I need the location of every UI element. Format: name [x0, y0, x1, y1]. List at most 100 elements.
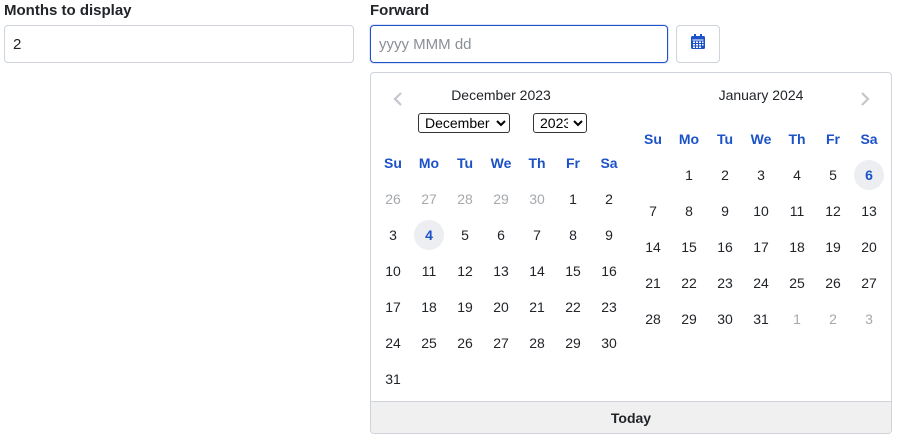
day-number: 21 — [645, 275, 661, 291]
day-cell[interactable]: 21 — [635, 265, 671, 301]
day-cell[interactable]: 12 — [815, 193, 851, 229]
day-cell[interactable]: 26 — [815, 265, 851, 301]
week-row: 1 2 3 4 5 6 — [635, 157, 887, 193]
week-row: 28 29 30 31 1 2 3 — [635, 301, 887, 337]
day-cell[interactable]: 22 — [555, 289, 591, 325]
day-cell[interactable]: 30 — [591, 325, 627, 361]
today-button[interactable]: Today — [371, 401, 891, 433]
day-cell[interactable]: 2 — [707, 157, 743, 193]
day-number: 9 — [721, 203, 729, 219]
day-cell[interactable]: 28 — [635, 301, 671, 337]
day-number: 19 — [825, 239, 841, 255]
day-cell[interactable]: 23 — [707, 265, 743, 301]
day-cell[interactable]: 2 — [591, 181, 627, 217]
day-number: 11 — [789, 203, 805, 219]
day-cell[interactable]: 24 — [743, 265, 779, 301]
day-number: 22 — [681, 275, 697, 291]
day-cell[interactable]: 5 — [815, 157, 851, 193]
day-number: 18 — [421, 299, 437, 315]
datepicker-popup: December 2023 December 2023 Su Mo Tu We Th Fr… — [370, 72, 892, 434]
day-number: 31 — [385, 371, 401, 387]
year-select[interactable]: 2023 — [533, 113, 587, 133]
day-cell[interactable]: 24 — [375, 325, 411, 361]
day-cell[interactable]: 31 — [375, 361, 411, 397]
day-cell[interactable]: 30 — [707, 301, 743, 337]
day-cell[interactable]: 27 — [851, 265, 887, 301]
months-to-display-label: Months to display — [4, 2, 132, 19]
day-number: 10 — [753, 203, 769, 219]
day-cell[interactable]: 21 — [519, 289, 555, 325]
day-cell[interactable]: 1 — [671, 157, 707, 193]
weekday-label: Th — [788, 131, 806, 147]
day-cell[interactable]: 3 — [851, 301, 887, 337]
day-number: 2 — [605, 191, 613, 207]
day-cell[interactable]: 15 — [671, 229, 707, 265]
day-cell[interactable]: 10 — [375, 253, 411, 289]
day-cell[interactable]: 13 — [851, 193, 887, 229]
day-cell[interactable]: 11 — [411, 253, 447, 289]
day-cell[interactable]: 19 — [815, 229, 851, 265]
day-cell[interactable]: 25 — [411, 325, 447, 361]
day-cell[interactable]: 7 — [635, 193, 671, 229]
day-cell[interactable]: 6 — [851, 157, 887, 193]
months-to-display-input[interactable] — [4, 25, 354, 63]
day-cell[interactable]: 30 — [519, 181, 555, 217]
day-cell[interactable]: 3 — [743, 157, 779, 193]
day-cell[interactable]: 29 — [483, 181, 519, 217]
day-cell[interactable]: 12 — [447, 253, 483, 289]
day-cell[interactable]: 20 — [851, 229, 887, 265]
day-cell[interactable]: 1 — [555, 181, 591, 217]
day-cell[interactable]: 27 — [411, 181, 447, 217]
day-cell[interactable]: 9 — [707, 193, 743, 229]
day-cell[interactable]: 1 — [779, 301, 815, 337]
day-number: 2 — [721, 167, 729, 183]
day-cell[interactable]: 29 — [555, 325, 591, 361]
day-cell[interactable]: 9 — [591, 217, 627, 253]
day-cell[interactable]: 4 — [411, 217, 447, 253]
day-cell[interactable]: 4 — [779, 157, 815, 193]
day-cell[interactable]: 18 — [411, 289, 447, 325]
day-number: 27 — [861, 275, 877, 291]
day-cell[interactable]: 16 — [707, 229, 743, 265]
day-cell[interactable]: 10 — [743, 193, 779, 229]
day-cell[interactable]: 26 — [447, 325, 483, 361]
day-number: 3 — [389, 227, 397, 243]
day-cell[interactable]: 29 — [671, 301, 707, 337]
month-select[interactable]: December — [418, 113, 510, 133]
day-cell[interactable]: 17 — [375, 289, 411, 325]
day-cell[interactable]: 11 — [779, 193, 815, 229]
day-cell[interactable]: 19 — [447, 289, 483, 325]
day-cell[interactable]: 16 — [591, 253, 627, 289]
day-cell[interactable]: 17 — [743, 229, 779, 265]
day-cell[interactable]: 14 — [519, 253, 555, 289]
day-cell[interactable]: 31 — [743, 301, 779, 337]
day-cell[interactable]: 7 — [519, 217, 555, 253]
day-cell[interactable]: 6 — [483, 217, 519, 253]
day-cell[interactable]: 23 — [591, 289, 627, 325]
day-cell[interactable]: 26 — [375, 181, 411, 217]
day-cell[interactable]: 5 — [447, 217, 483, 253]
calendar-button[interactable] — [676, 25, 720, 63]
day-number: 12 — [825, 203, 841, 219]
day-cell[interactable]: 28 — [519, 325, 555, 361]
day-cell[interactable]: 25 — [779, 265, 815, 301]
weekday-label: We — [490, 155, 512, 171]
day-cell[interactable]: 27 — [483, 325, 519, 361]
day-cell[interactable]: 8 — [671, 193, 707, 229]
forward-date-input[interactable] — [370, 25, 668, 63]
day-cell[interactable]: 28 — [447, 181, 483, 217]
day-cell[interactable]: 3 — [375, 217, 411, 253]
day-number: 23 — [601, 299, 617, 315]
day-cell[interactable]: 20 — [483, 289, 519, 325]
day-cell[interactable]: 13 — [483, 253, 519, 289]
day-number: 7 — [533, 227, 541, 243]
day-cell[interactable]: 18 — [779, 229, 815, 265]
day-cell[interactable]: 8 — [555, 217, 591, 253]
day-cell[interactable]: 2 — [815, 301, 851, 337]
day-number: 17 — [385, 299, 401, 315]
day-cell[interactable]: 22 — [671, 265, 707, 301]
day-number: 6 — [854, 160, 884, 190]
day-cell[interactable]: 14 — [635, 229, 671, 265]
day-cell[interactable]: 15 — [555, 253, 591, 289]
day-number: 19 — [457, 299, 473, 315]
